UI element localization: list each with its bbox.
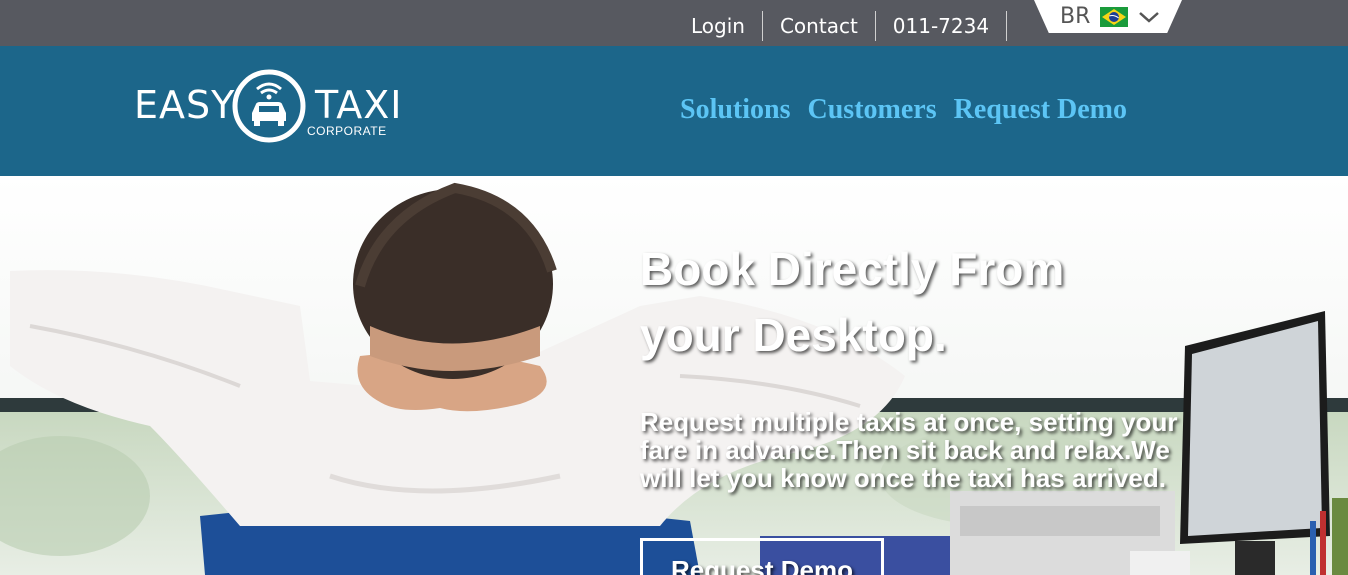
easy-taxi-logo[interactable]: EASY TAXI CORPORATE: [134, 67, 402, 147]
nav-request-demo[interactable]: Request Demo: [954, 94, 1127, 126]
top-links: Login Contact 011-7234: [674, 10, 1008, 42]
main-header: EASY TAXI CORPORATE Solutions Customers …: [0, 46, 1348, 176]
brazil-flag-icon: [1100, 6, 1129, 27]
hero-heading: Book Directly From your Desktop.: [640, 236, 1200, 368]
top-bar: Login Contact 011-7234 BR: [0, 0, 1348, 46]
logo-word-taxi: TAXI: [315, 83, 403, 127]
contact-link[interactable]: Contact: [763, 11, 876, 41]
language-selector[interactable]: BR: [1034, 0, 1182, 33]
nav-solutions[interactable]: Solutions: [680, 94, 791, 126]
logo-word-easy: EASY: [134, 83, 236, 127]
hero-heading-line1: Book Directly From: [640, 243, 1065, 295]
hero-section: Book Directly From your Desktop. Request…: [0, 176, 1348, 575]
logo-corporate-label: CORPORATE: [307, 124, 387, 138]
phone-number[interactable]: 011-7234: [876, 11, 1008, 41]
request-demo-button[interactable]: Request Demo: [640, 538, 884, 575]
main-nav: Solutions Customers Request Demo: [680, 94, 1144, 126]
login-link[interactable]: Login: [674, 11, 763, 41]
hero-description: Request multiple taxis at once, setting …: [640, 407, 1178, 493]
taxi-icon: [232, 69, 306, 143]
language-code: BR: [1060, 4, 1091, 29]
hero-heading-line2: your Desktop.: [640, 309, 947, 361]
chevron-down-icon: [1139, 11, 1160, 23]
nav-customers[interactable]: Customers: [808, 94, 937, 126]
